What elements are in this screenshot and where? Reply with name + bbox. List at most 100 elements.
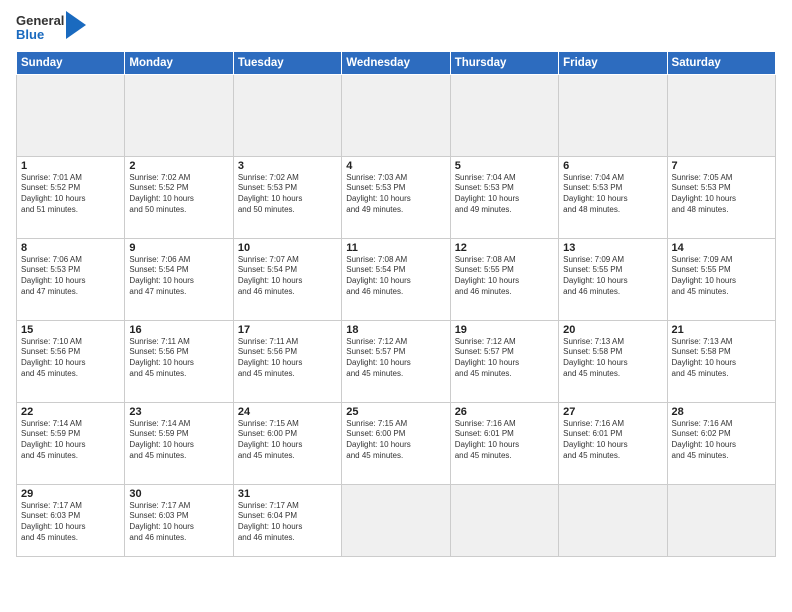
calendar-cell: 19Sunrise: 7:12 AMSunset: 5:57 PMDayligh… — [450, 320, 558, 402]
calendar-cell: 16Sunrise: 7:11 AMSunset: 5:56 PMDayligh… — [125, 320, 233, 402]
calendar-cell: 31Sunrise: 7:17 AMSunset: 6:04 PMDayligh… — [233, 484, 341, 556]
day-number: 26 — [455, 406, 554, 418]
day-info: Sunrise: 7:12 AMSunset: 5:57 PMDaylight:… — [346, 337, 445, 380]
day-info: Sunrise: 7:15 AMSunset: 6:00 PMDaylight:… — [238, 419, 337, 462]
day-info: Sunrise: 7:02 AMSunset: 5:52 PMDaylight:… — [129, 173, 228, 216]
day-number: 13 — [563, 242, 662, 254]
day-info: Sunrise: 7:09 AMSunset: 5:55 PMDaylight:… — [563, 255, 662, 298]
calendar-cell — [667, 484, 775, 556]
calendar-cell: 12Sunrise: 7:08 AMSunset: 5:55 PMDayligh… — [450, 238, 558, 320]
day-info: Sunrise: 7:17 AMSunset: 6:03 PMDaylight:… — [21, 501, 120, 544]
calendar-cell: 4Sunrise: 7:03 AMSunset: 5:53 PMDaylight… — [342, 156, 450, 238]
day-number: 1 — [21, 160, 120, 172]
page-header: General Blue — [16, 14, 776, 43]
calendar-cell: 24Sunrise: 7:15 AMSunset: 6:00 PMDayligh… — [233, 402, 341, 484]
day-number: 3 — [238, 160, 337, 172]
day-number: 20 — [563, 324, 662, 336]
calendar-cell — [667, 74, 775, 156]
weekday-header-thursday: Thursday — [450, 51, 558, 74]
day-number: 30 — [129, 488, 228, 500]
day-number: 2 — [129, 160, 228, 172]
day-number: 25 — [346, 406, 445, 418]
calendar-cell: 30Sunrise: 7:17 AMSunset: 6:03 PMDayligh… — [125, 484, 233, 556]
day-number: 16 — [129, 324, 228, 336]
calendar-cell — [342, 484, 450, 556]
calendar-cell — [450, 74, 558, 156]
calendar-cell — [559, 74, 667, 156]
day-info: Sunrise: 7:11 AMSunset: 5:56 PMDaylight:… — [129, 337, 228, 380]
calendar-cell: 29Sunrise: 7:17 AMSunset: 6:03 PMDayligh… — [17, 484, 125, 556]
day-info: Sunrise: 7:08 AMSunset: 5:54 PMDaylight:… — [346, 255, 445, 298]
day-info: Sunrise: 7:15 AMSunset: 6:00 PMDaylight:… — [346, 419, 445, 462]
logo-arrow-icon — [66, 11, 86, 39]
day-number: 7 — [672, 160, 771, 172]
day-info: Sunrise: 7:09 AMSunset: 5:55 PMDaylight:… — [672, 255, 771, 298]
calendar-cell: 20Sunrise: 7:13 AMSunset: 5:58 PMDayligh… — [559, 320, 667, 402]
day-number: 9 — [129, 242, 228, 254]
day-info: Sunrise: 7:06 AMSunset: 5:53 PMDaylight:… — [21, 255, 120, 298]
day-number: 5 — [455, 160, 554, 172]
day-info: Sunrise: 7:16 AMSunset: 6:01 PMDaylight:… — [563, 419, 662, 462]
day-info: Sunrise: 7:06 AMSunset: 5:54 PMDaylight:… — [129, 255, 228, 298]
day-info: Sunrise: 7:17 AMSunset: 6:04 PMDaylight:… — [238, 501, 337, 544]
day-info: Sunrise: 7:04 AMSunset: 5:53 PMDaylight:… — [563, 173, 662, 216]
calendar-cell: 14Sunrise: 7:09 AMSunset: 5:55 PMDayligh… — [667, 238, 775, 320]
day-info: Sunrise: 7:16 AMSunset: 6:02 PMDaylight:… — [672, 419, 771, 462]
weekday-header-saturday: Saturday — [667, 51, 775, 74]
day-number: 14 — [672, 242, 771, 254]
weekday-header-friday: Friday — [559, 51, 667, 74]
calendar-cell: 13Sunrise: 7:09 AMSunset: 5:55 PMDayligh… — [559, 238, 667, 320]
calendar-cell: 21Sunrise: 7:13 AMSunset: 5:58 PMDayligh… — [667, 320, 775, 402]
calendar-cell — [125, 74, 233, 156]
calendar-cell: 11Sunrise: 7:08 AMSunset: 5:54 PMDayligh… — [342, 238, 450, 320]
day-info: Sunrise: 7:02 AMSunset: 5:53 PMDaylight:… — [238, 173, 337, 216]
calendar-cell: 8Sunrise: 7:06 AMSunset: 5:53 PMDaylight… — [17, 238, 125, 320]
day-info: Sunrise: 7:16 AMSunset: 6:01 PMDaylight:… — [455, 419, 554, 462]
day-number: 19 — [455, 324, 554, 336]
calendar-cell: 7Sunrise: 7:05 AMSunset: 5:53 PMDaylight… — [667, 156, 775, 238]
day-info: Sunrise: 7:12 AMSunset: 5:57 PMDaylight:… — [455, 337, 554, 380]
day-number: 17 — [238, 324, 337, 336]
calendar-cell — [17, 74, 125, 156]
logo-graphic: General Blue — [16, 14, 86, 43]
weekday-header-tuesday: Tuesday — [233, 51, 341, 74]
weekday-header-sunday: Sunday — [17, 51, 125, 74]
logo: General Blue — [16, 14, 86, 43]
calendar-cell: 5Sunrise: 7:04 AMSunset: 5:53 PMDaylight… — [450, 156, 558, 238]
day-info: Sunrise: 7:14 AMSunset: 5:59 PMDaylight:… — [129, 419, 228, 462]
day-number: 11 — [346, 242, 445, 254]
day-number: 21 — [672, 324, 771, 336]
weekday-header-monday: Monday — [125, 51, 233, 74]
calendar-cell — [450, 484, 558, 556]
calendar-cell: 15Sunrise: 7:10 AMSunset: 5:56 PMDayligh… — [17, 320, 125, 402]
day-number: 18 — [346, 324, 445, 336]
calendar-cell: 9Sunrise: 7:06 AMSunset: 5:54 PMDaylight… — [125, 238, 233, 320]
calendar-cell — [559, 484, 667, 556]
calendar-cell — [342, 74, 450, 156]
day-info: Sunrise: 7:01 AMSunset: 5:52 PMDaylight:… — [21, 173, 120, 216]
day-number: 22 — [21, 406, 120, 418]
calendar-cell: 2Sunrise: 7:02 AMSunset: 5:52 PMDaylight… — [125, 156, 233, 238]
day-number: 24 — [238, 406, 337, 418]
calendar-cell: 23Sunrise: 7:14 AMSunset: 5:59 PMDayligh… — [125, 402, 233, 484]
weekday-header-wednesday: Wednesday — [342, 51, 450, 74]
day-number: 23 — [129, 406, 228, 418]
day-info: Sunrise: 7:10 AMSunset: 5:56 PMDaylight:… — [21, 337, 120, 380]
day-info: Sunrise: 7:14 AMSunset: 5:59 PMDaylight:… — [21, 419, 120, 462]
calendar-cell: 27Sunrise: 7:16 AMSunset: 6:01 PMDayligh… — [559, 402, 667, 484]
day-number: 28 — [672, 406, 771, 418]
day-number: 15 — [21, 324, 120, 336]
day-number: 8 — [21, 242, 120, 254]
day-number: 27 — [563, 406, 662, 418]
day-info: Sunrise: 7:08 AMSunset: 5:55 PMDaylight:… — [455, 255, 554, 298]
calendar-cell: 6Sunrise: 7:04 AMSunset: 5:53 PMDaylight… — [559, 156, 667, 238]
day-info: Sunrise: 7:04 AMSunset: 5:53 PMDaylight:… — [455, 173, 554, 216]
day-info: Sunrise: 7:05 AMSunset: 5:53 PMDaylight:… — [672, 173, 771, 216]
calendar-cell: 1Sunrise: 7:01 AMSunset: 5:52 PMDaylight… — [17, 156, 125, 238]
calendar-cell: 28Sunrise: 7:16 AMSunset: 6:02 PMDayligh… — [667, 402, 775, 484]
day-number: 12 — [455, 242, 554, 254]
calendar-cell: 3Sunrise: 7:02 AMSunset: 5:53 PMDaylight… — [233, 156, 341, 238]
calendar-cell — [233, 74, 341, 156]
day-number: 6 — [563, 160, 662, 172]
day-number: 29 — [21, 488, 120, 500]
